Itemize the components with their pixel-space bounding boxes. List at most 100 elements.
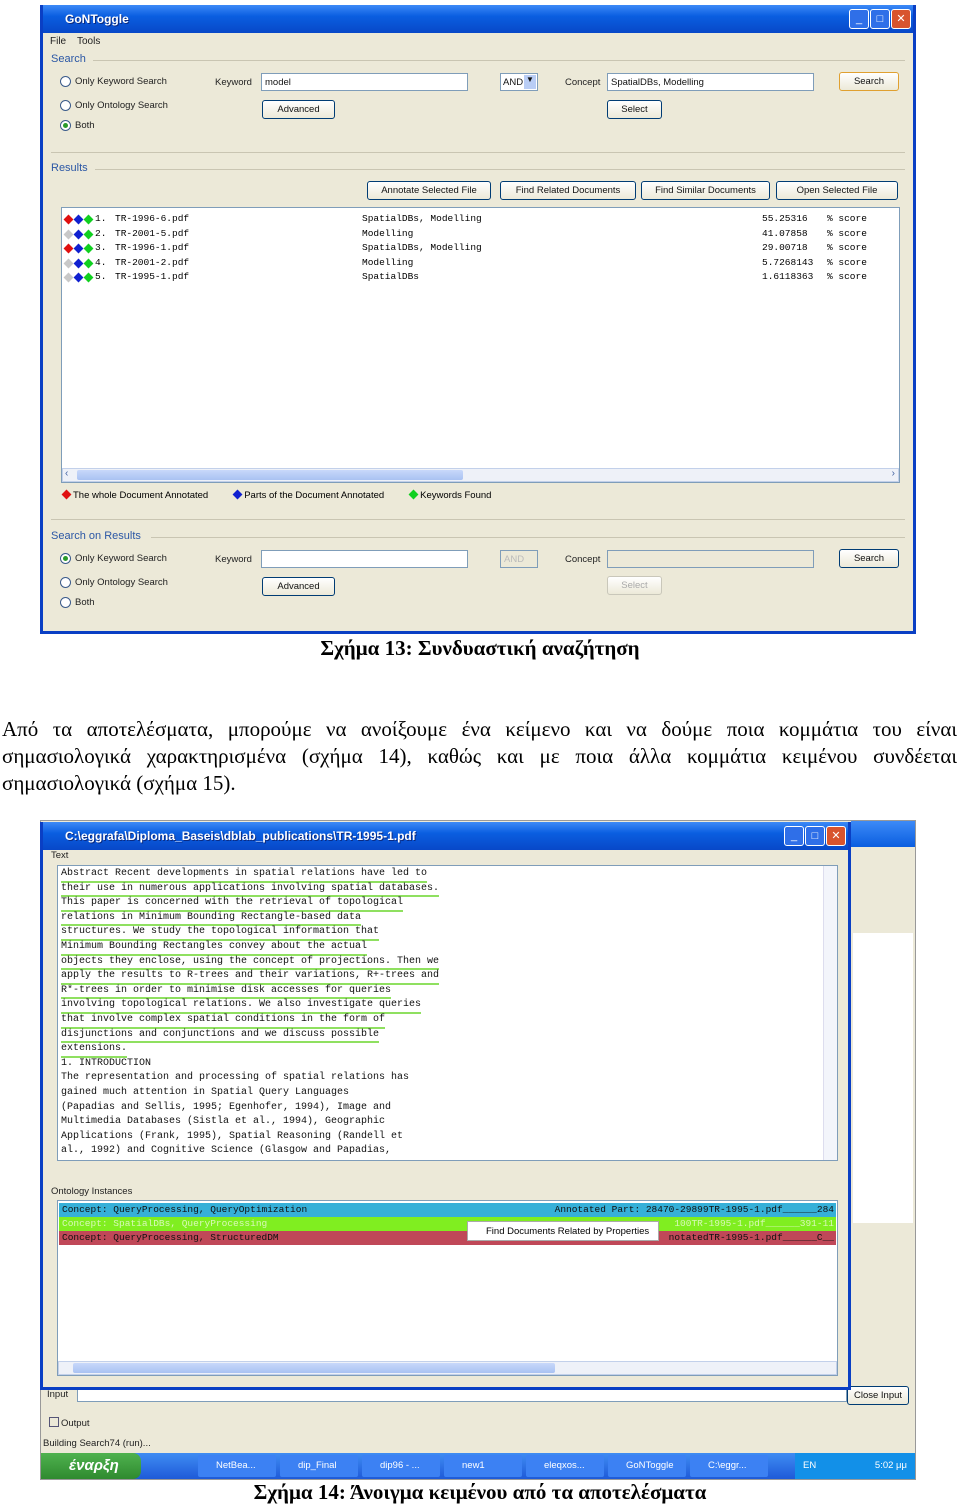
result-row[interactable]: 1. TR-1996-6.pdf SpatialDBs, Modelling 5… [63,213,896,227]
instance-concept: Concept: SpatialDBs, QueryProcessing [62,1218,268,1229]
result-filename: TR-2001-2.pdf [115,256,190,268]
maximize-button[interactable]: □ [805,826,825,846]
result-score-unit: % score [827,227,867,239]
text-line[interactable]: The representation and processing of spa… [61,1072,409,1087]
annotated-text-line[interactable]: This paper is concerned with the retriev… [61,897,404,912]
result-file: 2. [95,227,107,239]
scroll-left-icon[interactable]: ‹ [65,468,68,479]
menu-file[interactable]: File [50,36,66,47]
concept-input[interactable] [607,550,814,568]
document-text-area[interactable]: Abstract Recent developments in spatial … [57,865,838,1161]
search-button[interactable]: Search [839,549,899,568]
taskbar-item[interactable]: GoNToggle [608,1455,686,1477]
annotated-text-line[interactable]: disjunctions and conjunctions and we dis… [61,1029,380,1044]
select-button[interactable]: Select [607,576,662,595]
maximize-button[interactable]: □ [870,9,890,29]
output-tab[interactable]: Output [49,1417,90,1429]
marker-diamond-icon [63,258,74,268]
menu-tools[interactable]: Tools [77,36,100,47]
radio-keyword[interactable] [60,553,71,564]
horizontal-scrollbar[interactable]: ‹ › [62,468,899,482]
operator-select[interactable]: AND [500,550,538,568]
text-line[interactable]: 1. INTRODUCTION [61,1058,151,1073]
annotated-text-line[interactable]: their use in numerous applications invol… [61,883,440,898]
minimize-button[interactable]: _ [784,826,804,846]
close-input-button[interactable]: Close Input [847,1386,909,1405]
annotated-text-line[interactable]: objects they enclose, using the concept … [61,956,440,971]
result-row[interactable]: 5. TR-1995-1.pdf SpatialDBs 1.6118363 % … [63,271,896,285]
start-button[interactable]: έναρξη [41,1453,141,1479]
text-line[interactable]: gained much attention in Spatial Query L… [61,1087,349,1102]
radio-keyword[interactable] [60,76,71,87]
close-button[interactable]: ✕ [891,9,911,29]
keyword-input[interactable]: model [261,73,468,91]
close-button[interactable]: ✕ [826,826,846,846]
radio-ontology[interactable] [60,100,71,111]
annotated-text-line[interactable]: structures. We study the topological inf… [61,926,380,941]
result-row[interactable]: 3. TR-1996-1.pdf SpatialDBs, Modelling 2… [63,242,896,256]
radio-both[interactable] [60,597,71,608]
taskbar-item[interactable]: eleqxos... [526,1455,604,1477]
legend-diamond-icon [232,489,243,500]
annotated-text-line[interactable]: apply the results to R-trees and their v… [61,970,440,985]
taskbar-item[interactable]: new1 [444,1455,522,1477]
annotated-text-line[interactable]: R*-trees in order to minimise disk acces… [61,985,392,1000]
scroll-thumb[interactable] [73,1363,555,1373]
results-list[interactable]: 1. TR-1996-6.pdf SpatialDBs, Modelling 5… [61,207,900,483]
ontology-instance-row[interactable]: Concept: SpatialDBs, QueryProcessing 100T… [59,1217,836,1231]
keyword-label: Keyword [215,554,252,565]
keyword-input[interactable] [261,550,468,568]
taskbar-item[interactable]: dip_Final [280,1455,358,1477]
open-selected-file-button[interactable]: Open Selected File [776,181,898,200]
scroll-right-icon[interactable]: › [892,468,895,479]
marker-diamond-icon [83,272,94,283]
result-row[interactable]: 2. TR-2001-5.pdf Modelling 41.07858 % sc… [63,227,896,242]
marker-diamond-icon [83,258,94,268]
language-indicator[interactable]: EN [803,1460,816,1471]
minimize-button[interactable]: _ [849,9,869,29]
vertical-scrollbar[interactable] [823,866,837,1160]
taskbar-item[interactable]: dip96 - ... [362,1455,440,1477]
ontology-instance-row[interactable]: Concept: QueryProcessing, QueryOptimizat… [59,1203,836,1217]
advanced-button[interactable]: Advanced [262,100,335,119]
result-concepts: SpatialDBs, Modelling [362,242,482,253]
input-field[interactable] [77,1388,847,1402]
taskbar-item[interactable]: C:\eggr... [690,1455,768,1477]
chevron-down-icon: ▼ [524,75,536,89]
radio-both[interactable] [60,120,71,131]
annotated-text-line[interactable]: extensions. [61,1043,128,1058]
search-button[interactable]: Search [839,72,899,91]
document-window: C:\eggrafa\Diploma_Baseis\dblab_publicat… [40,822,851,1390]
result-row[interactable]: 4. TR-2001-2.pdf Modelling 5.7268143 % s… [63,256,896,271]
text-line[interactable]: (Papadias and Sellis, 1995; Egenhofer, 1… [61,1102,391,1117]
instance-part: notatedTR-1995-1.pdf______C__ [668,1232,834,1243]
result-concepts: Modelling [362,256,414,268]
annotated-text-line[interactable]: Abstract Recent developments in spatial … [61,868,428,883]
radio-ontology[interactable] [60,577,71,588]
annotated-text-line[interactable]: relations in Minimum Bounding Rectangle-… [61,912,362,927]
instance-concept: Concept: QueryProcessing, StructuredDM [62,1232,279,1243]
ontology-instance-row[interactable]: Concept: QueryProcessing, StructuredDM no… [59,1231,836,1245]
window-title: GoNToggle [65,12,129,26]
advanced-button[interactable]: Advanced [262,577,335,596]
annotate-selected-file-button[interactable]: Annotate Selected File [367,181,491,200]
ontology-instances-list[interactable]: Concept: QueryProcessing, QueryOptimizat… [57,1200,838,1376]
find-related-documents-button[interactable]: Find Related Documents [500,181,636,200]
annotated-text-line[interactable]: Minimum Bounding Rectangles convey about… [61,941,368,956]
scroll-thumb[interactable] [77,470,463,480]
legend-label: The whole Document Annotated [73,490,209,501]
select-button[interactable]: Select [607,100,662,119]
text-line[interactable]: al., 1992) and Cognitive Science (Glasgo… [61,1145,391,1160]
divider [95,169,905,170]
find-similar-documents-button[interactable]: Find Similar Documents [641,181,770,200]
operator-select[interactable]: AND ▼ [500,73,538,91]
taskbar-item[interactable]: NetBea... [198,1455,276,1477]
text-line[interactable]: Applications (Frank, 1995), Spatial Reas… [61,1131,403,1146]
annotated-text-line[interactable]: involving topological relations. We also… [61,999,422,1014]
result-file: 4. [95,256,107,268]
menu-item-find-documents-related[interactable]: Find Documents Related by Properties [486,1226,649,1237]
text-line[interactable]: Multimedia Databases (Sistla et al., 199… [61,1116,385,1131]
concept-input[interactable]: SpatialDBs, Modelling [607,73,814,91]
annotated-text-line[interactable]: that involve complex spatial conditions … [61,1014,386,1029]
horizontal-scrollbar[interactable] [58,1361,837,1375]
